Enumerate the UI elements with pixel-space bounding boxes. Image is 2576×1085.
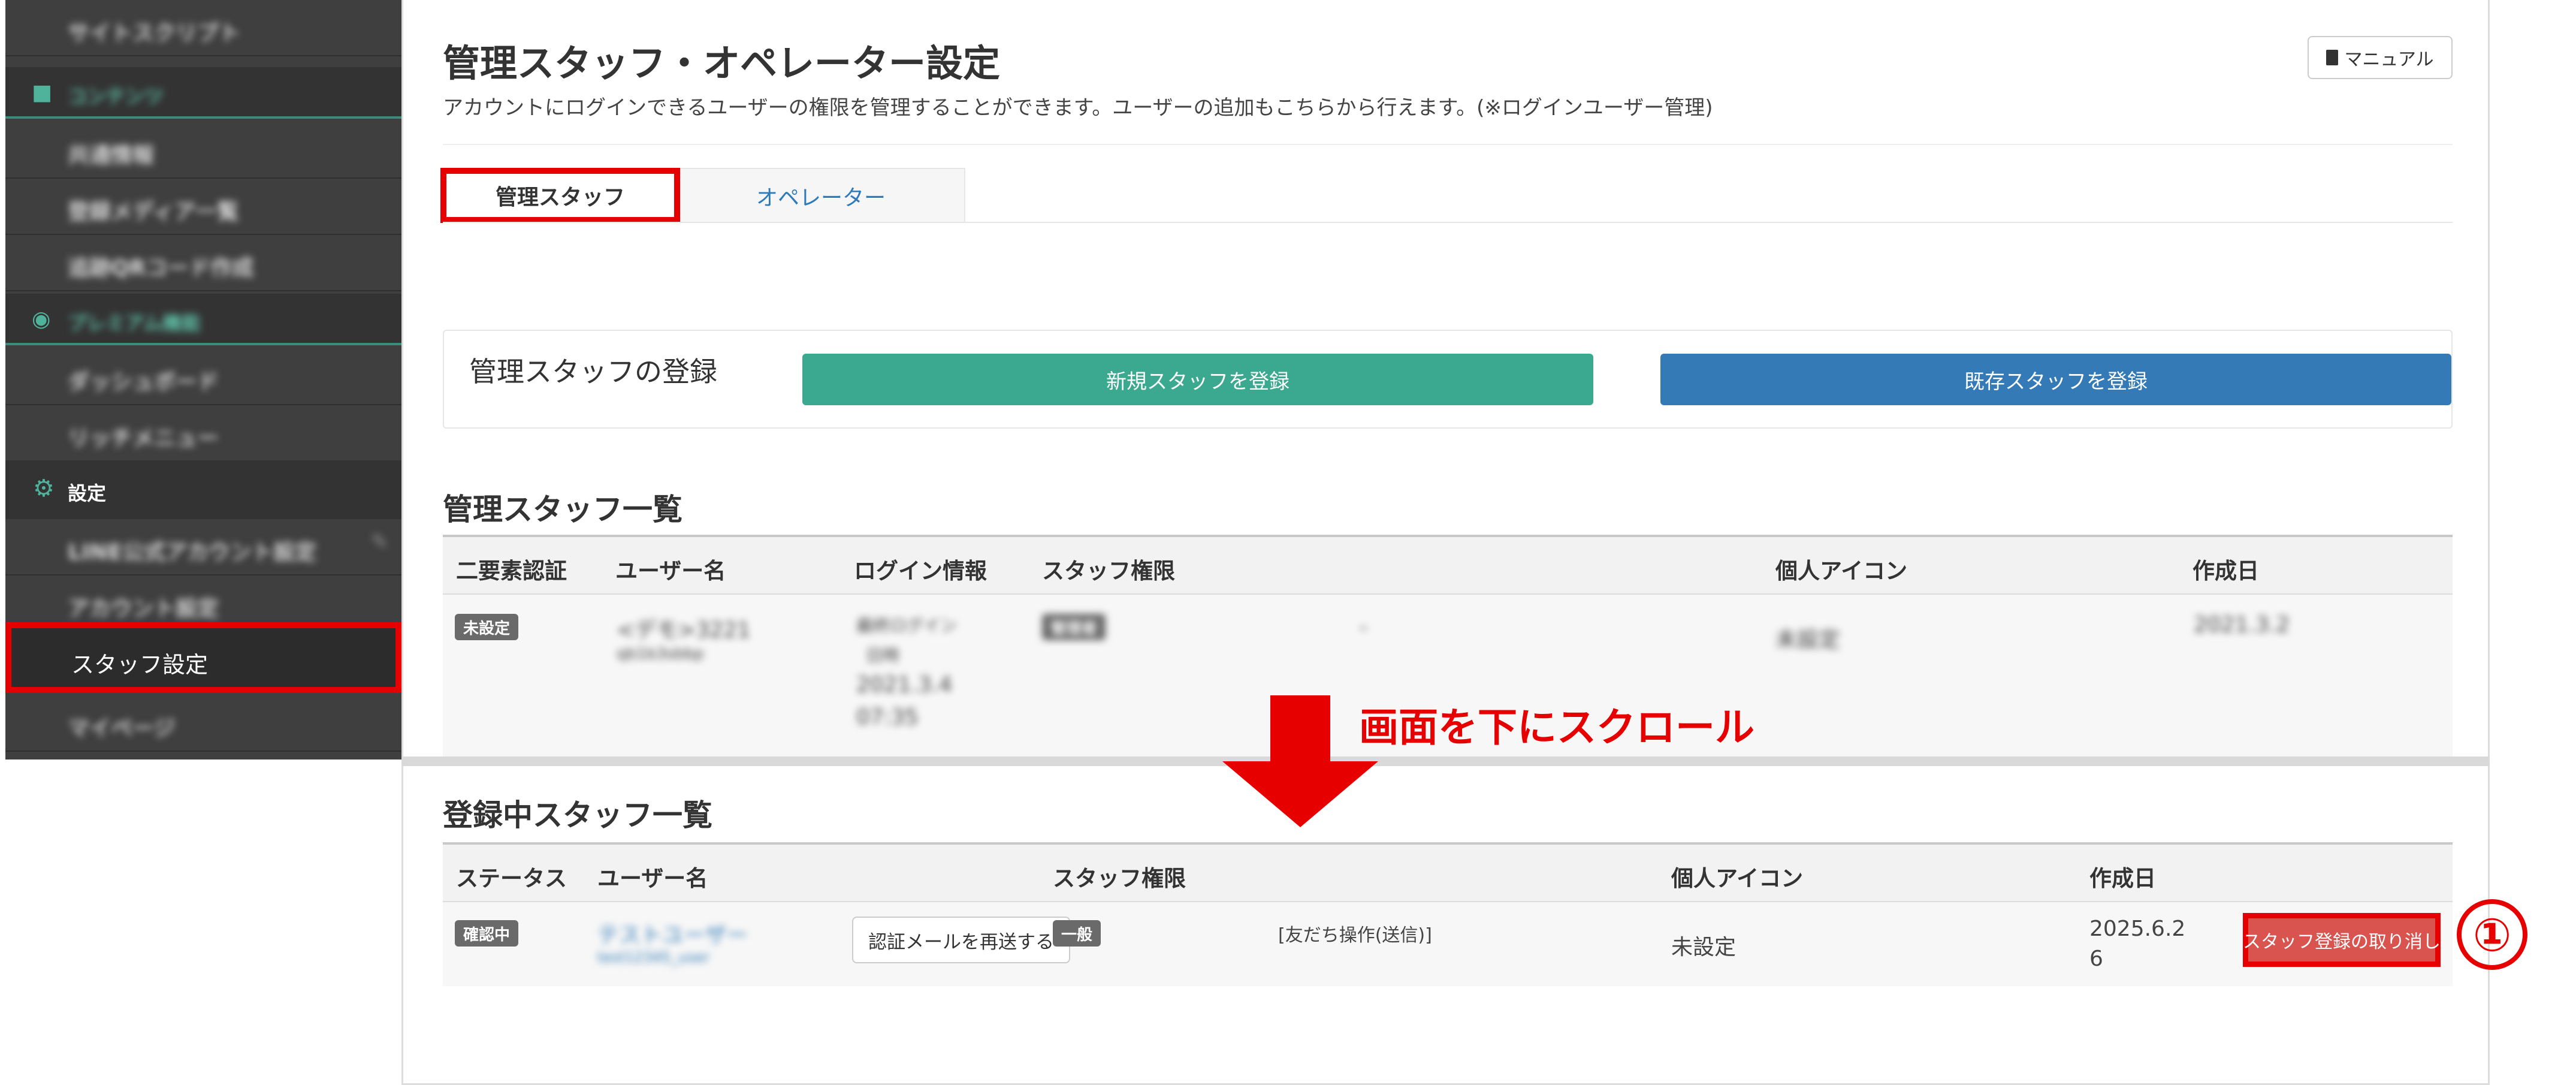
column-header: ユーザー名 [615, 558, 726, 584]
sidebar-item-label: 登録メディア一覧 [68, 200, 239, 224]
tabs-underline [443, 222, 2453, 223]
tab-operator[interactable]: オペレーター [677, 168, 965, 223]
sidebar: サイトスクリプト ■ コンテンツ 共通情報 登録メディア一覧 追跡QRコード作成… [5, 0, 401, 760]
role-badge: 管理者 [1042, 614, 1106, 640]
column-header: 作成日 [2193, 558, 2259, 584]
sidebar-item-label: サイトスクリプト [68, 21, 241, 46]
sidebar-item-common-info[interactable]: 共通情報 [5, 122, 401, 179]
staff-list-title: 管理スタッフ一覧 [443, 492, 682, 527]
personal-icon-status: 未設定 [1775, 628, 1841, 652]
tab-label: 管理スタッフ [495, 185, 625, 210]
tab-label: オペレーター [756, 186, 886, 210]
tab-admin-staff[interactable]: 管理スタッフ [440, 168, 680, 223]
sidebar-section-settings[interactable]: ⚙ 設定 [5, 460, 401, 519]
sidebar-item-media-list[interactable]: 登録メディア一覧 [5, 179, 401, 235]
divider [443, 144, 2453, 145]
sidebar-item-line-account[interactable]: LINE公式アカウント設定 [5, 519, 401, 575]
premium-icon: ◉ [32, 307, 51, 331]
created-date: 2021.3.2 [2194, 613, 2290, 637]
column-header: スタッフ権限 [1042, 558, 1175, 584]
created-date-cont: 6 [2089, 947, 2103, 971]
sidebar-item-label: アカウント設定 [68, 596, 219, 621]
scroll-break [401, 757, 2490, 766]
role-detail: - [1360, 615, 1367, 640]
login-info-line: 日時 [866, 646, 900, 665]
sidebar-section-label: コンテンツ [68, 85, 164, 108]
table-row: 確認中 テストユーザー test12345_user 認証メールを再送する 一般… [443, 902, 2453, 986]
login-info-line: 最終ログイン [856, 616, 958, 635]
personal-icon-status: 未設定 [1671, 935, 1737, 960]
column-header: スタッフ権限 [1053, 866, 1186, 891]
registration-panel: 管理スタッフの登録 新規スタッフを登録 既存スタッフを登録 [443, 330, 2453, 429]
sidebar-item-label: 共通情報 [68, 143, 155, 168]
sidebar-item-label: 追跡QRコード作成 [68, 256, 254, 281]
user-id: test12345_user [597, 949, 709, 966]
role-badge: 一般 [1053, 920, 1101, 947]
sidebar-item-label: マイページ [68, 716, 176, 741]
username-link[interactable]: テストユーザー [597, 918, 748, 949]
login-info-line: 07:35 [856, 705, 919, 730]
sidebar-item-mypage[interactable]: マイページ [5, 695, 401, 752]
page-description: アカウントにログインできるユーザーの権限を管理することができます。ユーザーの追加… [443, 96, 1713, 120]
folder-icon: ■ [32, 80, 53, 105]
page-title: 管理スタッフ・オペレーター設定 [443, 41, 1001, 85]
sidebar-item-dashboard[interactable]: ダッシュボード [5, 349, 401, 405]
user-id: qb1b3sbbp [617, 645, 704, 663]
column-header: 個人アイコン [1671, 866, 1804, 891]
column-header: ユーザー名 [597, 866, 708, 891]
sidebar-item-label: ダッシュボード [68, 370, 219, 394]
registering-table-header: ステータス ユーザー名 スタッフ権限 個人アイコン 作成日 [443, 842, 2453, 902]
sidebar-item-rich-menu[interactable]: リッチメニュー [5, 405, 401, 462]
sidebar-section-premium[interactable]: ◉ プレミアム機能 [5, 294, 401, 345]
sidebar-section-label: 設定 [68, 482, 107, 505]
down-arrow-icon [1222, 695, 1378, 827]
manual-button[interactable]: マニュアル [2308, 36, 2453, 79]
scroll-annotation: 画面を下にスクロール [1359, 704, 1754, 751]
main-panel: 管理スタッフ・オペレーター設定 アカウントにログインできるユーザーの権限を管理す… [401, 0, 2490, 1085]
column-header: ステータス [456, 866, 567, 891]
column-header: 個人アイコン [1775, 558, 1908, 584]
sidebar-item-qr-code[interactable]: 追跡QRコード作成 [5, 235, 401, 291]
column-header: 作成日 [2089, 866, 2156, 891]
sidebar-item-label: リッチメニュー [68, 426, 219, 451]
username: <デモ>3221 [617, 618, 751, 643]
manual-button-label: マニュアル [2344, 49, 2434, 70]
resend-auth-email-button[interactable]: 認証メールを再送する [852, 917, 1070, 963]
sidebar-item-staff-settings[interactable]: スタッフ設定 [5, 622, 401, 693]
sidebar-section-label: プレミアム機能 [68, 312, 201, 334]
permissions-text: [友だち操作(送信)] [1278, 925, 1432, 946]
sidebar-item-label: スタッフ設定 [71, 652, 209, 678]
registration-label: 管理スタッフの登録 [469, 355, 717, 388]
sidebar-item-label: LINE公式アカウント設定 [68, 540, 317, 565]
two-factor-badge: 未設定 [455, 614, 519, 640]
book-icon [2326, 50, 2339, 65]
login-info-line: 2021.3.4 [856, 673, 953, 697]
register-new-staff-button[interactable]: 新規スタッフを登録 [802, 354, 1593, 405]
edit-icon: ✎ [371, 530, 389, 554]
cancel-staff-registration-button[interactable]: スタッフ登録の取り消し [2243, 913, 2441, 967]
gear-icon: ⚙ [33, 475, 55, 502]
column-header: 二要素認証 [456, 558, 567, 584]
staff-table-header: 二要素認証 ユーザー名 ログイン情報 スタッフ権限 個人アイコン 作成日 [443, 535, 2453, 595]
step-number-annotation: ① [2457, 899, 2527, 970]
register-existing-staff-button[interactable]: 既存スタッフを登録 [1660, 354, 2451, 405]
column-header: ログイン情報 [854, 558, 987, 584]
registering-list-title: 登録中スタッフ一覧 [443, 798, 712, 833]
created-date: 2025.6.2 [2089, 917, 2186, 941]
sidebar-item-site-script[interactable]: サイトスクリプト [5, 0, 401, 56]
sidebar-section-content[interactable]: ■ コンテンツ [5, 67, 401, 119]
status-badge: 確認中 [455, 920, 519, 947]
